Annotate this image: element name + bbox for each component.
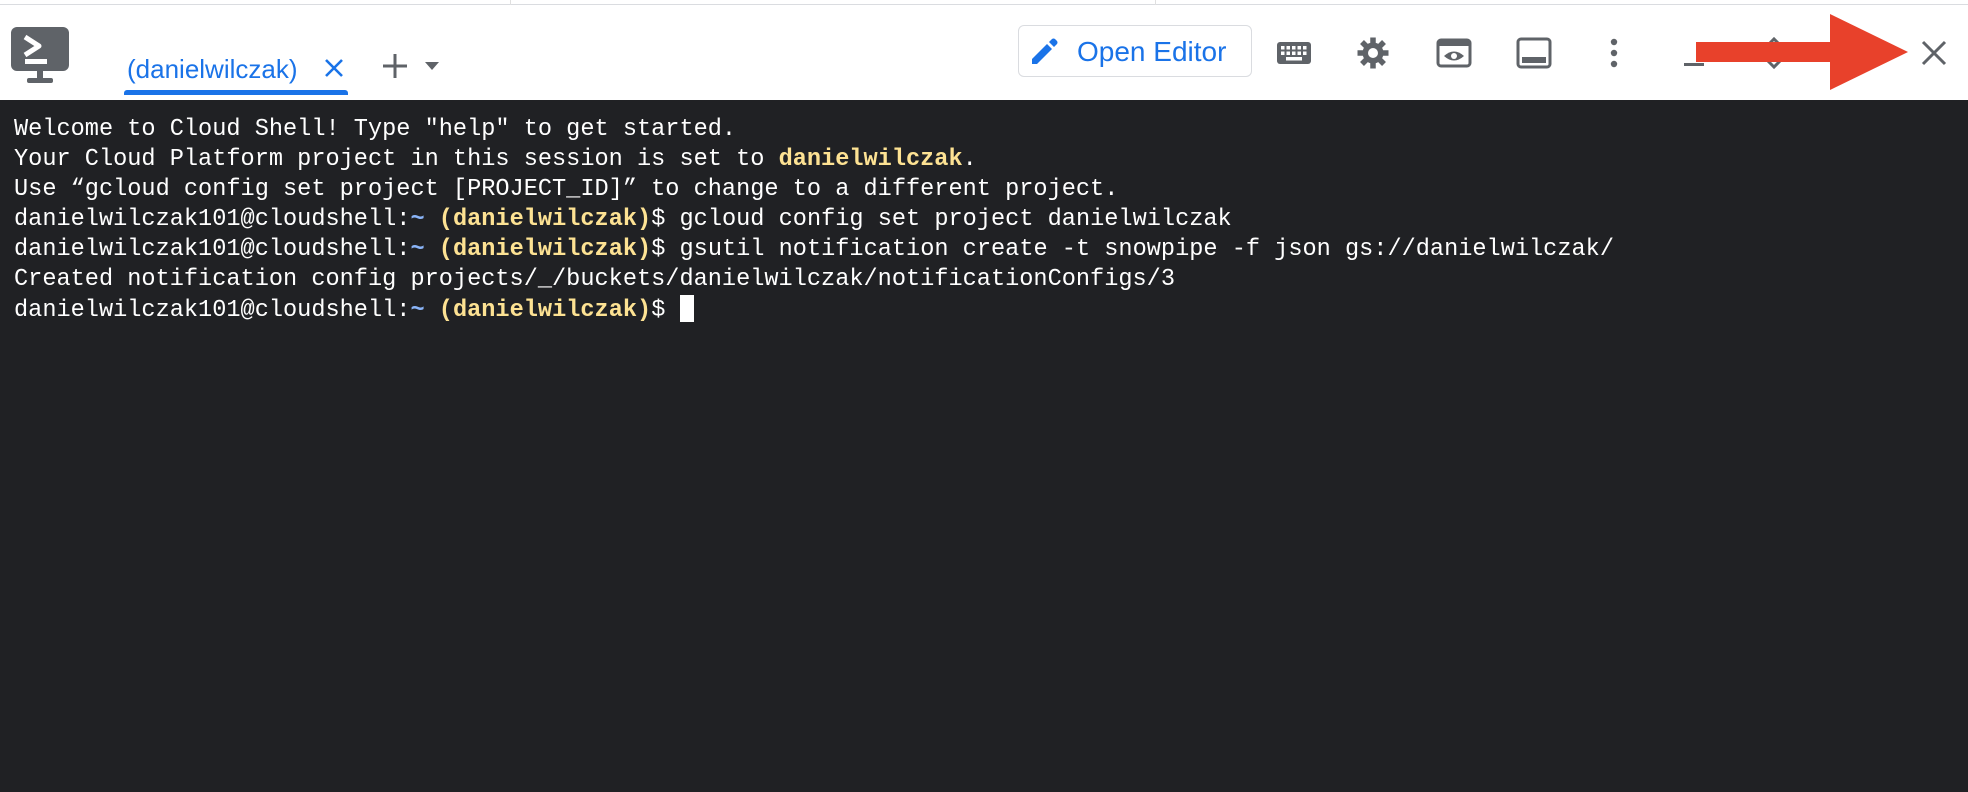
red-arrow-icon xyxy=(1696,14,1908,90)
keyboard-icon[interactable] xyxy=(1276,35,1312,71)
command-text: gcloud config set project danielwilczak xyxy=(679,206,1232,233)
caret-down-icon[interactable] xyxy=(424,60,440,72)
open-editor-label: Open Editor xyxy=(1077,36,1227,67)
gear-icon[interactable] xyxy=(1355,35,1391,71)
web-preview-icon[interactable] xyxy=(1436,35,1472,71)
prompt-project: (danielwilczak) xyxy=(438,236,652,263)
period: . xyxy=(962,146,977,173)
close-icon[interactable] xyxy=(1916,35,1952,71)
prompt-symbol: $ xyxy=(651,297,680,324)
terminal-line: Use “gcloud config set project [PROJECT_… xyxy=(14,175,1954,205)
terminal-line: danielwilczak101@cloudshell:~ (danielwil… xyxy=(14,295,1954,325)
project-id: danielwilczak xyxy=(778,146,963,173)
terminal-output: Welcome to Cloud Shell! Type "help" to g… xyxy=(14,115,1954,325)
active-tab-indicator xyxy=(124,90,348,95)
welcome-text: Welcome to Cloud Shell! Type "help" to g… xyxy=(14,116,737,143)
open-editor-button[interactable]: Open Editor xyxy=(1018,25,1252,77)
pencil-icon xyxy=(1032,38,1058,64)
command-output: Created notification config projects/_/b… xyxy=(14,266,1176,293)
command-text: gsutil notification create -t snowpipe -… xyxy=(679,236,1614,263)
terminal-line: Your Cloud Platform project in this sess… xyxy=(14,145,1954,175)
prompt-path: ~ xyxy=(410,206,425,233)
cloud-shell-toolbar: (danielwilczak) Open Editor xyxy=(0,5,1968,100)
prompt-path: ~ xyxy=(410,297,425,324)
terminal-line: Welcome to Cloud Shell! Type "help" to g… xyxy=(14,115,1954,145)
prompt-user: danielwilczak101@cloudshell: xyxy=(14,236,411,263)
more-vert-icon[interactable] xyxy=(1596,35,1632,71)
prompt-path: ~ xyxy=(410,236,425,263)
plus-icon[interactable] xyxy=(380,51,410,81)
close-icon[interactable] xyxy=(321,55,347,81)
terminal-line: danielwilczak101@cloudshell:~ (danielwil… xyxy=(14,235,1954,265)
terminal-cursor[interactable] xyxy=(679,295,694,322)
prompt-symbol: $ xyxy=(651,206,680,233)
prompt-project: (danielwilczak) xyxy=(438,297,652,324)
panel-icon[interactable] xyxy=(1516,35,1552,71)
project-info-text: Your Cloud Platform project in this sess… xyxy=(14,146,779,173)
tab-label: (danielwilczak) xyxy=(127,54,298,84)
terminal-line: Created notification config projects/_/b… xyxy=(14,265,1954,295)
terminal-line: danielwilczak101@cloudshell:~ (danielwil… xyxy=(14,205,1954,235)
terminal[interactable]: Welcome to Cloud Shell! Type "help" to g… xyxy=(0,100,1968,792)
prompt-user: danielwilczak101@cloudshell: xyxy=(14,297,411,324)
prompt-symbol: $ xyxy=(651,236,680,263)
prompt-user: danielwilczak101@cloudshell: xyxy=(14,206,411,233)
terminal-app-icon xyxy=(11,27,69,83)
prompt-project: (danielwilczak) xyxy=(438,206,652,233)
hint-text: Use “gcloud config set project [PROJECT_… xyxy=(14,176,1119,203)
